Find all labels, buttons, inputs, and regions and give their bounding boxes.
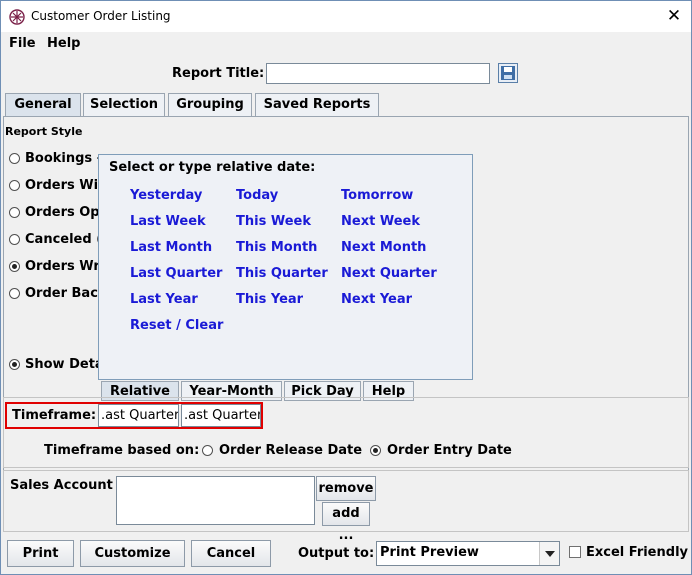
- link-this-month[interactable]: This Month: [236, 240, 317, 255]
- link-last-month[interactable]: Last Month: [130, 240, 212, 255]
- radio-bookings[interactable]: [9, 153, 20, 164]
- link-reset-clear[interactable]: Reset / Clear: [130, 318, 223, 333]
- dropdown-arrow-icon[interactable]: [539, 542, 559, 565]
- output-select-value: Print Preview: [380, 545, 479, 560]
- menu-file[interactable]: File: [9, 36, 36, 51]
- excel-friendly-checkbox[interactable]: [569, 546, 581, 558]
- sales-account-label: Sales Account: [10, 478, 113, 493]
- order-release-date-label: Order Release Date: [219, 443, 363, 458]
- link-last-quarter[interactable]: Last Quarter: [130, 266, 222, 281]
- radio-bookings-label: Bookings -: [25, 151, 103, 166]
- tab-selection[interactable]: Selection: [83, 93, 165, 117]
- link-this-year[interactable]: This Year: [236, 292, 303, 307]
- tab-general[interactable]: General: [5, 93, 81, 117]
- output-select[interactable]: Print Preview: [376, 541, 560, 566]
- radio-orders-wi[interactable]: [9, 180, 20, 191]
- radio-show-details[interactable]: [9, 359, 20, 370]
- radio-orders-op-label: Orders Op: [25, 205, 100, 220]
- link-last-week[interactable]: Last Week: [130, 214, 206, 229]
- tab-saved-reports[interactable]: Saved Reports: [255, 93, 379, 117]
- output-to-label: Output to:: [298, 546, 375, 561]
- cancel-button[interactable]: Cancel: [191, 540, 271, 567]
- radio-orders-written[interactable]: [9, 261, 20, 272]
- report-title-label: Report Title:: [172, 66, 265, 81]
- link-tomorrow[interactable]: Tomorrow: [341, 188, 413, 203]
- popup-heading: Select or type relative date:: [109, 160, 316, 175]
- timeframe-label: Timeframe:: [12, 408, 97, 423]
- radio-canceled-label: Canceled (: [25, 232, 103, 247]
- link-next-year[interactable]: Next Year: [341, 292, 412, 307]
- radio-orders-op[interactable]: [9, 207, 20, 218]
- menu-bar: [1, 32, 691, 56]
- print-button[interactable]: Print: [7, 540, 74, 567]
- customize-button[interactable]: Customize: [80, 540, 185, 567]
- add-button[interactable]: add ...: [322, 502, 370, 543]
- show-details-label: Show Deta: [25, 357, 104, 372]
- timeframe-from-input[interactable]: .ast Quarter: [98, 404, 179, 427]
- radio-order-backlog[interactable]: [9, 288, 20, 299]
- link-last-year[interactable]: Last Year: [130, 292, 198, 307]
- order-entry-date-label: Order Entry Date: [387, 443, 512, 458]
- radio-orders-wi-label: Orders Wi: [25, 178, 99, 193]
- link-this-week[interactable]: This Week: [236, 214, 311, 229]
- timeframe-to-input[interactable]: .ast Quarter: [181, 404, 261, 427]
- window-title: Customer Order Listing: [31, 9, 171, 23]
- remove-button[interactable]: remove: [316, 476, 376, 501]
- app-icon: [9, 9, 25, 25]
- save-disk-icon[interactable]: [498, 63, 518, 83]
- close-icon[interactable]: ✕: [660, 3, 688, 29]
- report-style-heading: Report Style: [5, 125, 83, 138]
- radio-order-backlog-label: Order Back: [25, 286, 107, 301]
- link-next-quarter[interactable]: Next Quarter: [341, 266, 437, 281]
- radio-order-entry-date[interactable]: [370, 445, 381, 456]
- radio-canceled[interactable]: [9, 234, 20, 245]
- link-today[interactable]: Today: [236, 188, 278, 203]
- timeframe-based-on-label: Timeframe based on:: [44, 443, 200, 458]
- link-yesterday[interactable]: Yesterday: [130, 188, 202, 203]
- link-next-month[interactable]: Next Month: [341, 240, 426, 255]
- report-title-input[interactable]: [266, 63, 490, 84]
- sales-account-list[interactable]: [116, 476, 315, 525]
- radio-orders-written-label: Orders Wri: [25, 259, 105, 274]
- excel-friendly-label: Excel Friendly: [586, 545, 688, 560]
- link-next-week[interactable]: Next Week: [341, 214, 420, 229]
- tab-grouping[interactable]: Grouping: [168, 93, 252, 117]
- link-this-quarter[interactable]: This Quarter: [236, 266, 328, 281]
- radio-order-release-date[interactable]: [202, 445, 213, 456]
- menu-help[interactable]: Help: [47, 36, 80, 51]
